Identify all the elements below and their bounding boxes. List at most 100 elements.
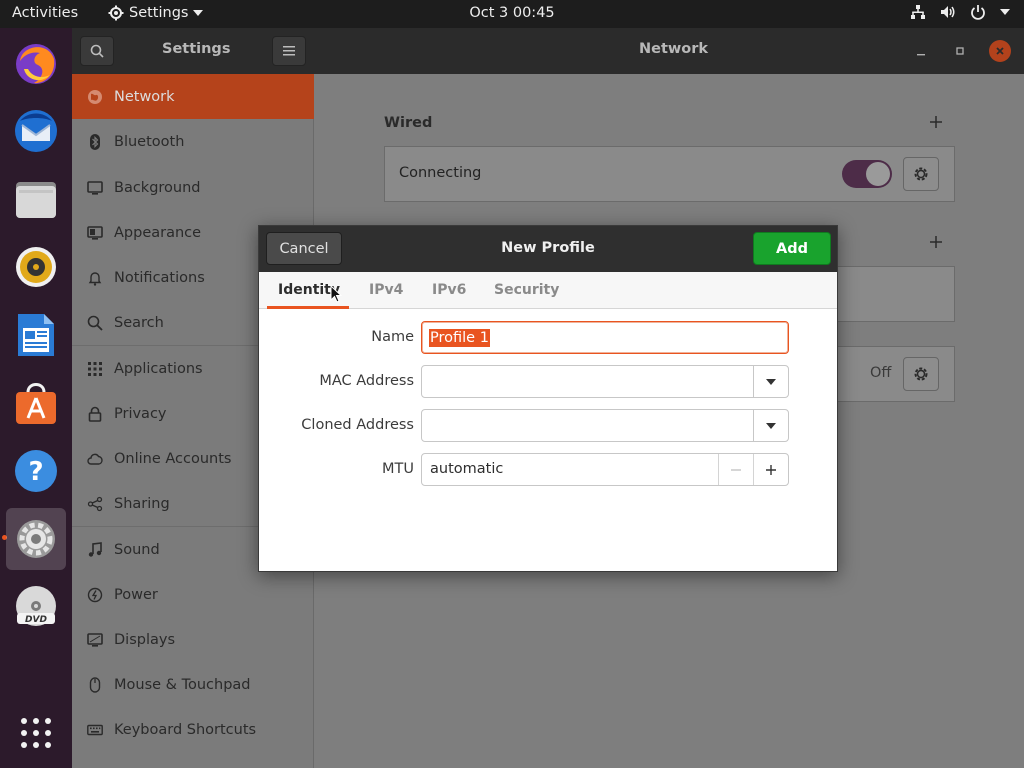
- wired-status: Connecting: [399, 165, 482, 181]
- wired-settings-button[interactable]: [903, 157, 939, 191]
- tab-security[interactable]: Security: [494, 282, 559, 298]
- mtu-increment-button[interactable]: [753, 454, 788, 485]
- mac-address-dropdown-button[interactable]: [753, 366, 788, 397]
- volume-icon: [941, 6, 955, 18]
- maximize-button[interactable]: [949, 40, 971, 62]
- close-button[interactable]: [989, 40, 1011, 62]
- sidebar-item-label: Keyboard Shortcuts: [114, 721, 257, 738]
- sidebar-item-mouse-touchpad[interactable]: Mouse & Touchpad: [72, 662, 314, 707]
- cancel-button[interactable]: Cancel: [266, 232, 342, 265]
- gear-icon: [108, 5, 124, 21]
- wired-toggle[interactable]: [842, 160, 892, 188]
- dvd-icon: DVD: [16, 586, 56, 626]
- menu-button[interactable]: [272, 36, 306, 66]
- tab-ipv6[interactable]: IPv6: [432, 282, 466, 298]
- sidebar-item-keyboard-shortcuts[interactable]: Keyboard Shortcuts: [72, 707, 314, 752]
- sidebar-title: Settings: [162, 41, 231, 57]
- add-wired-button[interactable]: [929, 110, 943, 134]
- system-tray[interactable]: [910, 4, 1010, 20]
- dock-writer[interactable]: [6, 304, 66, 366]
- show-apps-button[interactable]: [6, 702, 66, 764]
- cloned-address-dropdown-button[interactable]: [753, 410, 788, 441]
- power-icon: [86, 586, 104, 604]
- dock-dvd[interactable]: DVD: [6, 576, 66, 638]
- bell-icon: [86, 269, 104, 287]
- sidebar-item-power[interactable]: Power: [72, 572, 314, 617]
- network-wired-icon: [911, 5, 925, 19]
- search-button[interactable]: [80, 36, 114, 66]
- dock-thunderbird[interactable]: [6, 100, 66, 162]
- sidebar-item-bluetooth[interactable]: Bluetooth: [72, 119, 314, 164]
- plus-icon: [766, 464, 776, 475]
- cloned-address-combo[interactable]: [421, 409, 789, 442]
- top-bar: Activities Settings Oct 3 00:45: [0, 0, 1024, 28]
- app-menu[interactable]: Settings: [108, 5, 204, 21]
- search-icon: [90, 44, 104, 58]
- dock-help[interactable]: ?: [6, 440, 66, 502]
- cloned-address-label: Cloned Address: [301, 417, 414, 433]
- sidebar-item-label: Sound: [114, 541, 160, 558]
- clock[interactable]: Oct 3 00:45: [469, 5, 554, 21]
- sidebar-item-label: Online Accounts: [114, 450, 232, 467]
- dock-rhythmbox[interactable]: [6, 236, 66, 298]
- mouse-pointer-icon: [330, 285, 342, 303]
- add-vpn-button[interactable]: [929, 230, 943, 254]
- help-icon: ?: [15, 450, 57, 492]
- sidebar-item-displays[interactable]: Displays: [72, 617, 314, 662]
- mtu-value: automatic: [430, 461, 504, 477]
- dialog-tabs: Identity IPv4 IPv6 Security: [259, 272, 837, 309]
- gear-icon: [914, 367, 928, 381]
- maximize-icon: [956, 47, 964, 55]
- minimize-button[interactable]: [910, 40, 932, 62]
- name-label: Name: [371, 329, 414, 345]
- mtu-spin-field[interactable]: automatic: [421, 453, 789, 486]
- sidebar-item-label: Bluetooth: [114, 133, 185, 150]
- mac-address-combo[interactable]: [421, 365, 789, 398]
- sidebar-item-label: Power: [114, 586, 158, 603]
- name-value: Profile 1: [429, 329, 490, 347]
- dock-files[interactable]: [6, 168, 66, 230]
- settings-gear-icon: [17, 520, 55, 558]
- dialog-title: New Profile: [501, 240, 595, 256]
- sidebar-item-network[interactable]: Network: [72, 74, 314, 119]
- wired-section-title: Wired: [384, 115, 433, 131]
- mtu-decrement-button[interactable]: [718, 454, 753, 485]
- sidebar-item-background[interactable]: Background: [72, 165, 314, 210]
- sidebar-item-label: Background: [114, 179, 201, 196]
- display-icon: [86, 631, 104, 649]
- keyboard-icon: [86, 721, 104, 739]
- dock-firefox[interactable]: [6, 32, 66, 94]
- active-tab-indicator: [267, 306, 349, 309]
- dialog-header: Cancel New Profile Add: [259, 226, 837, 272]
- sidebar-item-label: Displays: [114, 631, 176, 648]
- chevron-down-icon: [193, 10, 204, 16]
- dock: ? DVD: [0, 28, 72, 768]
- svg-text:DVD: DVD: [25, 615, 47, 625]
- monitor-icon: [86, 179, 104, 197]
- grid-icon: [86, 360, 104, 378]
- sidebar-item-label: Notifications: [114, 269, 205, 286]
- writer-document-icon: [18, 314, 54, 356]
- chevron-down-icon: [766, 378, 776, 385]
- add-button[interactable]: Add: [753, 232, 831, 265]
- sidebar-item-label: Network: [114, 88, 175, 105]
- sidebar-item-label: Privacy: [114, 405, 167, 422]
- minus-icon: [731, 468, 741, 471]
- dock-software[interactable]: [6, 372, 66, 434]
- lock-icon: [86, 405, 104, 423]
- sidebar-item-label: Appearance: [114, 224, 202, 241]
- dock-settings[interactable]: [6, 508, 66, 570]
- activities-button[interactable]: Activities: [12, 5, 78, 21]
- plus-icon: [930, 236, 942, 248]
- close-icon: [996, 47, 1004, 55]
- cloud-icon: [86, 450, 104, 468]
- proxy-status: Off: [870, 365, 892, 381]
- chevron-down-icon: [1000, 9, 1010, 15]
- tab-ipv4[interactable]: IPv4: [369, 282, 403, 298]
- plus-icon: [930, 116, 942, 128]
- proxy-settings-button[interactable]: [903, 357, 939, 391]
- speaker-icon: [16, 247, 56, 287]
- name-field[interactable]: Profile 1: [421, 321, 789, 354]
- mtu-label: MTU: [382, 461, 414, 477]
- sidebar-item-label: Mouse & Touchpad: [114, 676, 251, 693]
